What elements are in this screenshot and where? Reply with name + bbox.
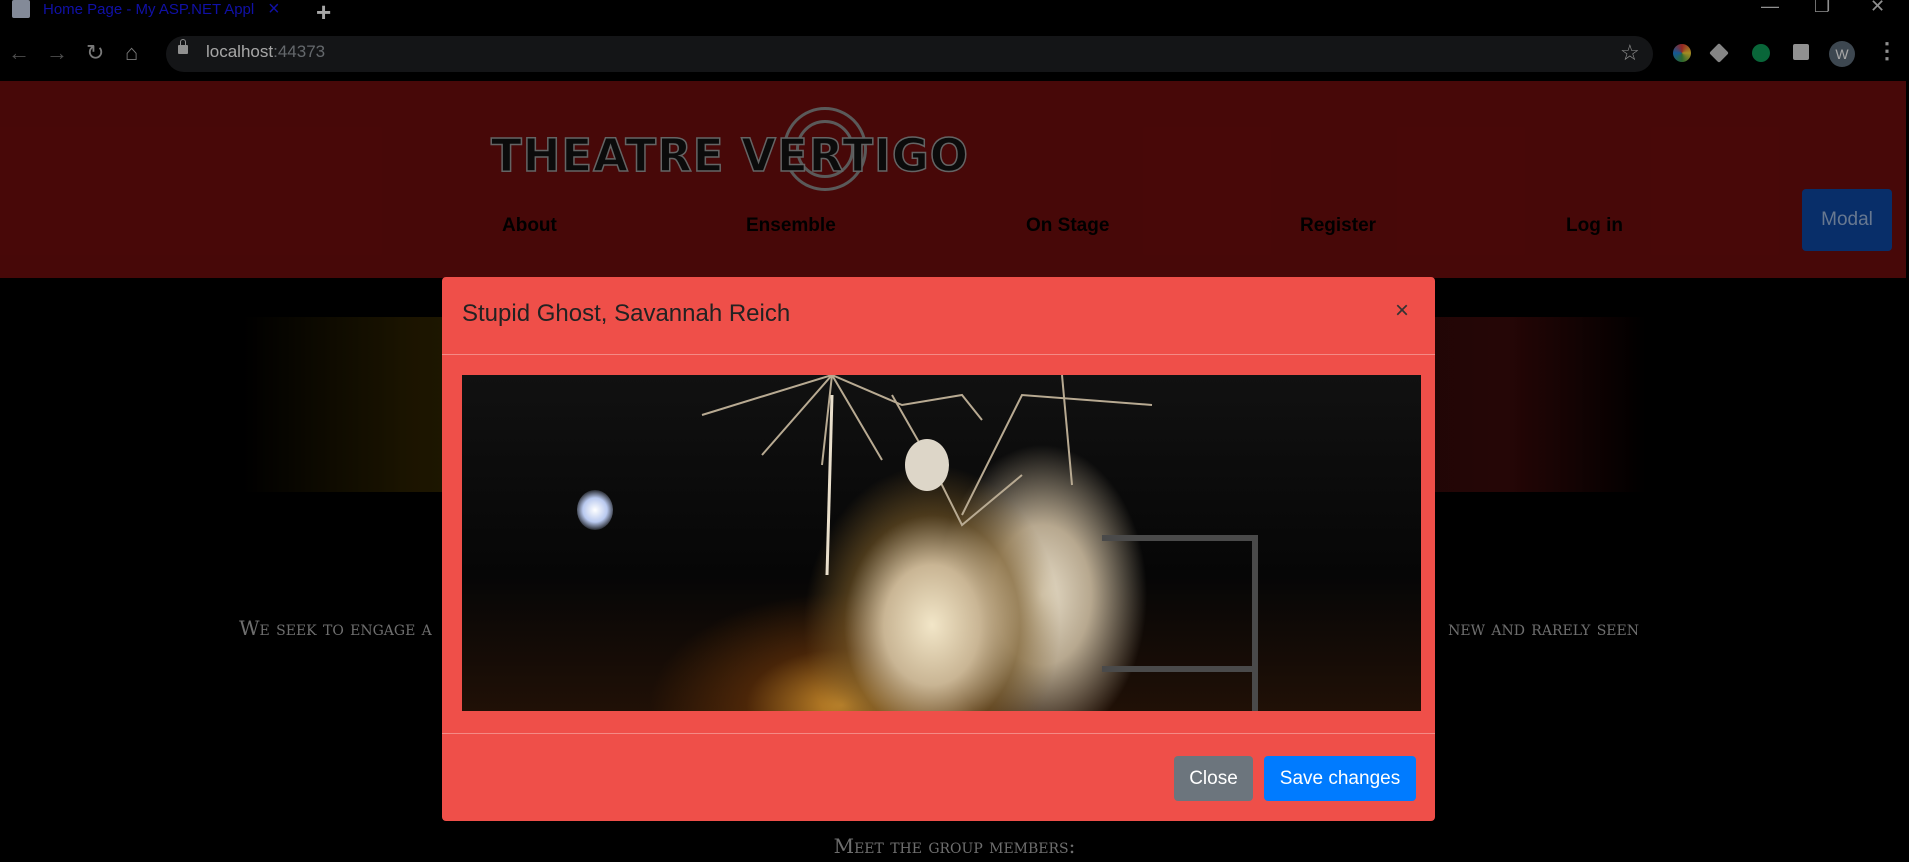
close-button[interactable]: Close — [1174, 756, 1253, 801]
modal-footer-divider — [442, 733, 1435, 734]
save-changes-button[interactable]: Save changes — [1264, 756, 1416, 801]
close-icon[interactable]: × — [1395, 297, 1409, 325]
modal-title: Stupid Ghost, Savannah Reich — [462, 300, 791, 327]
umbrella-illustration — [701, 375, 1153, 576]
modal-header-divider — [442, 354, 1435, 355]
modal-dialog: Stupid Ghost, Savannah Reich × Close Sav… — [442, 277, 1435, 821]
production-photo — [462, 375, 1421, 711]
